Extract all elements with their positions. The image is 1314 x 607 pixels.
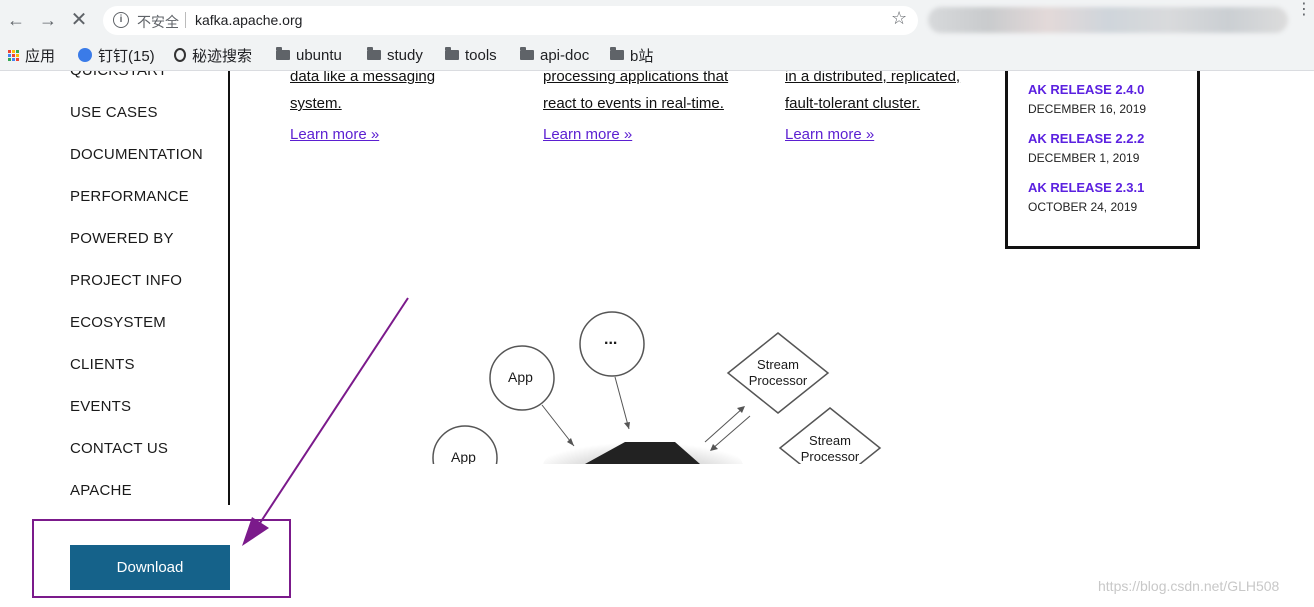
bookmark-label: api-doc xyxy=(540,46,590,64)
bookmark-dingtalk[interactable]: 钉钉(15) xyxy=(78,44,155,66)
arrow-line xyxy=(704,407,744,443)
learn-more-link-stream[interactable]: Learn more » xyxy=(543,126,632,143)
extension-icons-blurred xyxy=(928,7,1288,33)
url-text[interactable]: kafka.apache.org xyxy=(195,12,302,28)
label-line2: Processor xyxy=(800,449,860,464)
bookmark-bilibili[interactable]: b站 xyxy=(610,44,653,66)
page-viewport: QUICKSTART USE CASES DOCUMENTATION PERFO… xyxy=(0,71,1314,607)
nav-clients[interactable]: CLIENTS xyxy=(70,356,135,373)
security-label: 不安全 xyxy=(137,14,179,30)
nav-performance[interactable]: PERFORMANCE xyxy=(70,188,189,205)
label-line2: Processor xyxy=(748,373,808,388)
separator xyxy=(185,12,186,28)
bookmark-label: 应用 xyxy=(25,47,56,65)
annotation-arrow-head xyxy=(242,517,269,546)
nav-documentation[interactable]: DOCUMENTATION xyxy=(70,146,203,163)
bookmark-star-icon[interactable]: ☆ xyxy=(891,8,907,29)
nav-contact-us[interactable]: CONTACT US xyxy=(70,440,168,457)
feature-storage: in a distributed, replicated, fault-tole… xyxy=(785,71,960,117)
release-date: OCTOBER 24, 2019 xyxy=(1028,200,1138,214)
folder-icon xyxy=(520,47,534,60)
nav-quickstart[interactable]: QUICKSTART xyxy=(70,71,167,79)
release-title[interactable]: AK RELEASE 2.3.1 xyxy=(1028,180,1144,195)
browser-toolbar: ← → ✕ i 不安全 kafka.apache.org ☆ ⋮ xyxy=(0,0,1314,40)
annotation-arrow xyxy=(242,297,409,546)
bookmark-tools[interactable]: tools xyxy=(445,44,497,66)
bookmarks-bar: 应用 钉钉(15) 秘迹搜索 ubuntu study tools api-do… xyxy=(0,40,1314,71)
nav-powered-by[interactable]: POWERED BY xyxy=(70,230,174,247)
mijisou-icon xyxy=(174,48,186,62)
news-box: AK RELEASE 2.4.0 DECEMBER 16, 2019 AK RE… xyxy=(1005,71,1200,249)
bookmark-ubuntu[interactable]: ubuntu xyxy=(276,44,342,66)
release-date: DECEMBER 1, 2019 xyxy=(1028,151,1140,165)
label-line1: Stream xyxy=(757,357,799,372)
label-line1: Stream xyxy=(809,433,851,448)
bookmark-apps[interactable]: 应用 xyxy=(8,44,55,66)
bookmark-label: ubuntu xyxy=(296,46,342,64)
stop-loading-icon[interactable]: ✕ xyxy=(67,8,91,32)
bookmark-api-doc[interactable]: api-doc xyxy=(520,44,589,66)
release-title[interactable]: AK RELEASE 2.2.2 xyxy=(1028,131,1144,146)
apps-grid-icon xyxy=(8,49,19,61)
bookmark-label: 秘迹搜索 xyxy=(192,47,253,65)
bookmark-label: tools xyxy=(465,46,497,64)
feature-messaging: data like a messaging system. xyxy=(290,71,435,117)
learn-more-link-messaging[interactable]: Learn more » xyxy=(290,126,379,143)
forward-arrow-icon[interactable]: → xyxy=(36,8,60,32)
nav-use-cases[interactable]: USE CASES xyxy=(70,104,158,121)
arrow-head xyxy=(567,438,574,446)
bookmark-mijisou[interactable]: 秘迹搜索 xyxy=(174,44,252,66)
nav-project-info[interactable]: PROJECT INFO xyxy=(70,272,182,289)
feature-text-line1: in a distributed, replicated, xyxy=(785,71,961,85)
app-node-label: App xyxy=(508,369,533,385)
feature-text-line1: data like a messaging xyxy=(290,71,436,85)
annotation-arrow-line xyxy=(259,297,409,524)
bookmark-label: 钉钉(15) xyxy=(98,47,155,65)
app-node-label: App xyxy=(451,449,476,464)
dingtalk-icon xyxy=(78,48,92,62)
bookmark-label: study xyxy=(387,46,423,64)
stream-processor-label: Stream Processor xyxy=(780,433,880,464)
feature-text-line2: fault-tolerant cluster. xyxy=(785,95,921,112)
learn-more-link-storage[interactable]: Learn more » xyxy=(785,126,874,143)
arrow-line xyxy=(711,415,751,450)
nav-apache[interactable]: APACHE xyxy=(70,482,132,499)
bookmark-label: b站 xyxy=(630,47,654,65)
release-title[interactable]: AK RELEASE 2.4.0 xyxy=(1028,82,1144,97)
folder-icon xyxy=(276,47,290,60)
feature-text-line2: system. xyxy=(290,95,342,112)
stream-processor-label: Stream Processor xyxy=(728,357,828,389)
info-icon[interactable]: i xyxy=(113,12,129,28)
kafka-architecture-diagram: App App ... Stream Processor Stream Proc… xyxy=(425,306,895,464)
more-node-label: ... xyxy=(604,331,618,348)
folder-icon xyxy=(367,47,381,60)
feature-stream-processing: processing applications that react to ev… xyxy=(543,71,728,117)
nav-events[interactable]: EVENTS xyxy=(70,398,131,415)
arrow-head xyxy=(624,422,630,429)
watermark: https://blog.csdn.net/GLH508 xyxy=(1098,578,1280,594)
download-button[interactable]: Download xyxy=(70,545,230,590)
nav-ecosystem[interactable]: ECOSYSTEM xyxy=(70,314,166,331)
arrow-line xyxy=(614,376,630,430)
release-date: DECEMBER 16, 2019 xyxy=(1028,102,1147,116)
folder-icon xyxy=(445,47,459,60)
menu-kebab-icon[interactable]: ⋮ xyxy=(1296,2,1312,32)
address-bar[interactable]: i 不安全 kafka.apache.org ☆ xyxy=(103,6,918,35)
bookmark-study[interactable]: study xyxy=(367,44,423,66)
back-arrow-icon[interactable]: ← xyxy=(4,8,28,32)
feature-text-line1: processing applications that xyxy=(543,71,729,85)
feature-text-line2: react to events in real-time. xyxy=(543,95,724,112)
folder-icon xyxy=(610,47,624,60)
